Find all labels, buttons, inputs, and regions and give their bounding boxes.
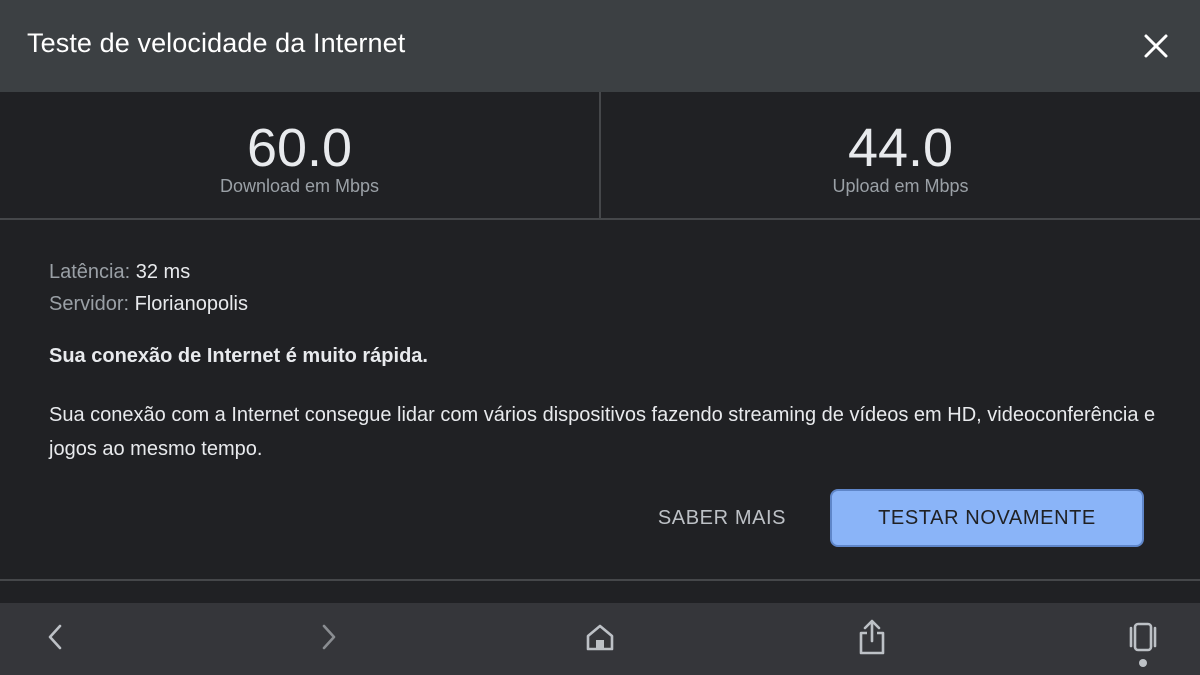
learn-more-button[interactable]: SABER MAIS [640,496,804,540]
home-button[interactable] [578,615,622,659]
result-headline: Sua conexão de Internet é muito rápida. [49,345,428,367]
tabs-icon [1129,622,1157,652]
tabs-button[interactable] [1121,615,1165,659]
connection-details: Latência: 32 ms Servidor: Florianopolis [49,256,1159,320]
chevron-left-icon [48,624,62,650]
server-row: Servidor: Florianopolis [49,288,1159,320]
share-icon [859,619,885,655]
download-stat: 60.0 Download em Mbps [0,92,599,218]
download-unit-label: Download em Mbps [219,176,380,196]
share-button[interactable] [850,615,894,659]
speed-results: 60.0 Download em Mbps 44.0 Upload em Mbp… [0,92,1200,220]
home-icon [586,624,614,651]
upload-stat: 44.0 Upload em Mbps [599,92,1200,218]
test-again-button[interactable]: TESTAR NOVAMENTE [830,489,1144,547]
result-description: Sua conexão com a Internet consegue lida… [49,404,1156,460]
server-value: Florianopolis [134,293,248,315]
forward-button[interactable] [306,615,350,659]
close-icon [1144,34,1168,58]
upload-value: 44.0 [847,118,954,178]
content-gap [0,581,1200,603]
chevron-right-icon [322,624,336,650]
upload-unit-label: Upload em Mbps [832,176,969,196]
browser-toolbar [0,603,1200,675]
download-value: 60.0 [246,118,353,178]
tabs-indicator-dot [1139,659,1147,667]
dialog-title: Teste de velocidade da Internet [27,28,406,58]
latency-row: Latência: 32 ms [49,256,1159,288]
latency-value: 32 ms [135,261,191,283]
server-label: Servidor: [49,293,130,315]
dialog-header: Teste de velocidade da Internet [0,0,1200,92]
latency-label: Latência: [49,261,131,283]
close-button[interactable] [1136,26,1176,66]
back-button[interactable] [34,615,78,659]
